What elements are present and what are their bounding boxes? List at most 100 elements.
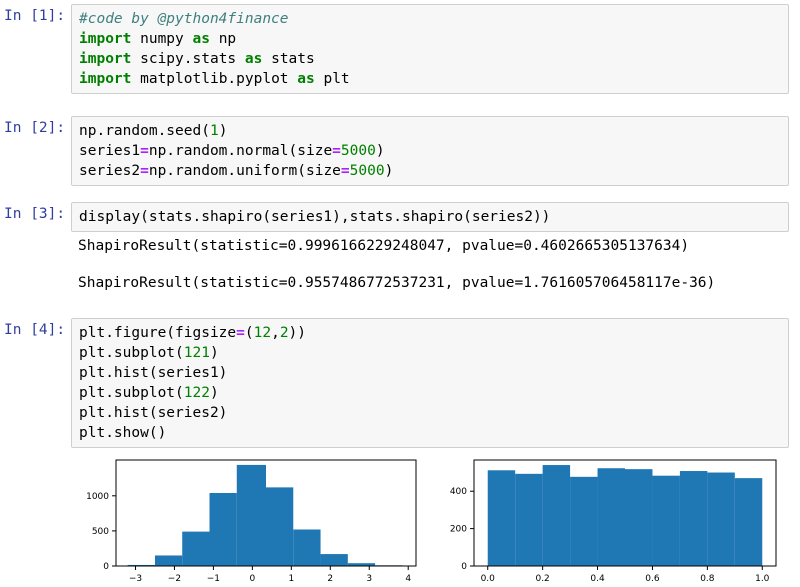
hist-bar [293,529,321,566]
y-tick-label: 0 [103,562,109,572]
code-token: import [79,51,132,67]
code-token: plt.hist(series2) [79,405,228,421]
code-token: np.random.seed( [79,123,210,139]
code-line: np.random.seed(1) [79,121,788,141]
code-token: series1 [79,143,141,159]
code-line: series1=np.random.normal(size=5000) [79,141,788,161]
x-tick-label: 0 [249,574,255,584]
code-token: plt [314,71,350,87]
histogram-uniform: 0.0 0.2 0.4 0.6 0.8 1.0 0 200 400 [450,459,777,584]
code-line: import scipy.stats as stats [79,49,788,69]
code-token: 121 [183,345,210,361]
x-tick-label: 0.0 [481,574,496,584]
code-token: = [340,163,350,179]
hist-bar [487,470,516,566]
code-line: plt.figure(figsize=(12,2)) [79,323,788,343]
code-line: display(stats.shapiro(series1),stats.sha… [79,207,788,227]
code-token: = [140,163,149,179]
code-token: np [209,31,237,47]
code-line: series2=np.random.uniform(size=5000) [79,161,788,181]
x-tick-label: 0.2 [535,574,549,584]
code-token: plt.show() [79,425,167,441]
code-cell-2[interactable]: In [2]: np.random.seed(1) series1=np.ran… [0,114,800,186]
x-tick-label: 1 [288,574,294,584]
hist-bar [734,478,763,566]
x-tick-label: 0.4 [590,574,605,584]
hist-bar [625,469,653,566]
code-token: ) [384,163,394,179]
y-tick-label: 200 [450,525,467,535]
y-tick-label: 1000 [86,492,109,502]
hist-bar [570,476,598,566]
code-token: plt.hist(series1) [79,365,228,381]
code-token: 1 [209,123,219,139]
hist-bar [652,475,680,566]
hist-bar [707,472,735,566]
hist-bar [320,554,348,566]
code-token: = [236,325,245,341]
cell-prompt: In [1]: [4,8,66,24]
x-tick-label: 1.0 [755,574,770,584]
hist-bar [236,464,266,566]
code-token: 5000 [349,163,385,179]
hist-bar [154,555,183,566]
code-token: as [244,51,263,67]
output-text: ShapiroResult(statistic=0.95574867725372… [78,275,716,291]
code-line: plt.hist(series2) [79,403,788,423]
code-token: 2 [279,325,289,341]
code-token: as [297,71,315,87]
histogram-normal: −3 −2 −1 0 1 2 3 4 0 500 1000 [86,459,417,584]
code-cell-3[interactable]: In [3]: display(stats.shapiro(series1),s… [0,200,800,300]
code-token: scipy.stats [131,51,245,67]
hist-bar [542,465,571,566]
code-input[interactable]: #code by @python4finance import numpy as… [71,4,789,94]
hist-bar [597,468,625,566]
code-line: import numpy as np [79,29,788,49]
code-token: 12 [253,325,272,341]
code-token: 5000 [340,143,376,159]
code-input[interactable]: np.random.seed(1) series1=np.random.norm… [71,116,789,186]
code-token: ) [218,123,228,139]
code-token: plt.subplot( [79,385,184,401]
y-tick-label: 500 [92,527,109,537]
code-token: plt.figure(figsize [79,325,237,341]
plot-output: −3 −2 −1 0 1 2 3 4 0 500 1000 0.0 0.2 0.4 0.6 0.8 1.0 0 2… [86,459,777,584]
x-tick-label: −3 [129,574,142,584]
code-token: ) [209,345,219,361]
code-token: np.random.normal(size [148,143,333,159]
code-token: numpy [131,31,193,47]
code-token: = [140,143,149,159]
code-token: plt.subplot( [79,345,184,361]
code-token: )) [288,325,307,341]
hist-bar [515,473,543,566]
code-line: #code by @python4finance [79,9,788,29]
code-input[interactable]: plt.figure(figsize=(12,2)) plt.subplot(1… [71,318,789,448]
cell-prompt: In [4]: [4,322,66,338]
x-tick-label: 0.6 [645,574,660,584]
code-line: plt.show() [79,423,788,443]
code-cell-1[interactable]: In [1]: #code by @python4finance import … [0,2,800,98]
code-token: #code by @python4finance [79,11,289,27]
code-token: np.random.uniform(size [148,163,341,179]
code-line: plt.subplot(121) [79,343,788,363]
code-cell-4[interactable]: In [4]: plt.figure(figsize=(12,2)) plt.s… [0,316,800,448]
x-tick-label: 0.8 [700,574,715,584]
code-token: , [271,325,280,341]
hist-bar [209,492,237,566]
hist-bar [182,531,210,566]
output-text: ShapiroResult(statistic=0.99961662292480… [78,238,690,254]
y-tick-label: 0 [461,562,467,572]
cell-prompt: In [2]: [4,120,66,136]
x-tick-label: −2 [168,574,181,584]
hist-bar [266,487,294,566]
code-line: plt.subplot(122) [79,383,788,403]
code-token: ( [244,325,254,341]
code-input[interactable]: display(stats.shapiro(series1),stats.sha… [71,202,789,232]
x-tick-label: 2 [327,574,333,584]
code-token: ) [375,143,385,159]
code-token: display(stats.shapiro(series1),stats.sha… [79,209,551,225]
x-tick-label: −1 [207,574,220,584]
code-token: as [192,31,210,47]
code-token: import [79,31,132,47]
code-token: series2 [79,163,141,179]
